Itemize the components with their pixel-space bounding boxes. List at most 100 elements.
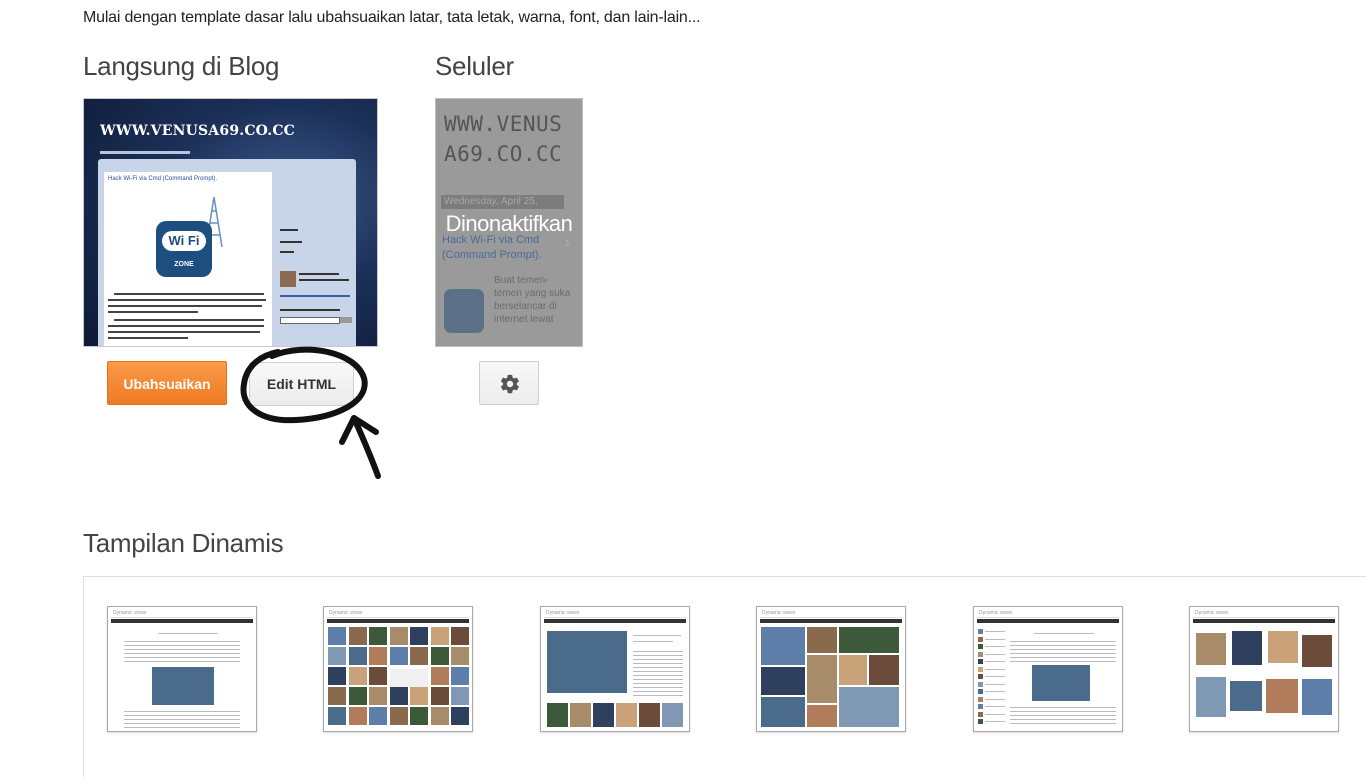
photo-tile xyxy=(451,707,469,725)
photo-tile xyxy=(761,627,805,665)
text-line xyxy=(124,657,240,658)
text-line xyxy=(1010,719,1116,720)
sidebar-thumb xyxy=(978,719,983,724)
text-line xyxy=(633,655,683,656)
text-line xyxy=(114,319,264,321)
text-line xyxy=(633,635,681,636)
photo-tile xyxy=(1302,635,1332,667)
sidebar-thumb xyxy=(978,689,983,694)
text-line xyxy=(108,305,262,307)
dynamic-view-header: Dynamic views xyxy=(760,610,902,618)
sidebar-thumb xyxy=(978,651,983,657)
photo-tile xyxy=(389,707,408,725)
photo-tile xyxy=(430,707,449,725)
dynamic-views-gallery xyxy=(83,576,1366,777)
text-line xyxy=(124,723,240,724)
text-line xyxy=(1010,641,1116,642)
dynamic-view-header: Dynamic views xyxy=(327,610,469,618)
photo-tile xyxy=(451,687,469,705)
dynamic-view-label: Dynamic views xyxy=(1195,610,1229,616)
photo-tile xyxy=(839,655,867,685)
photo-tile xyxy=(410,707,428,725)
text-line xyxy=(124,661,240,662)
live-blog-title: Langsung di Blog xyxy=(83,51,280,81)
dynamic-view-label: Dynamic views xyxy=(329,610,363,616)
dynamic-view-label: Dynamic views xyxy=(546,610,580,616)
dynamic-view-magazine[interactable]: Dynamic views xyxy=(540,606,690,732)
sidebar-thumb xyxy=(978,666,983,672)
text-line xyxy=(633,695,683,696)
blog-nav-strip xyxy=(100,151,190,154)
sidebar-line xyxy=(299,273,339,275)
dynamic-view-header: Dynamic views xyxy=(977,610,1119,618)
photo-tile xyxy=(839,627,899,653)
text-line xyxy=(985,683,1005,685)
text-line xyxy=(633,671,683,672)
text-line xyxy=(124,653,240,654)
mobile-wifi-logo-icon xyxy=(444,289,484,333)
sidebar-thumb xyxy=(978,696,983,702)
photo-tile xyxy=(389,687,408,705)
photo xyxy=(152,667,214,705)
text-line xyxy=(985,721,1005,722)
text-line xyxy=(108,311,198,313)
photo-tile xyxy=(1196,677,1226,717)
text-line xyxy=(633,641,673,642)
sidebar-line xyxy=(299,279,349,281)
card xyxy=(390,669,428,687)
dynamic-view-label: Dynamic views xyxy=(762,610,796,616)
sidebar-line xyxy=(280,309,340,311)
blog-preview[interactable]: WWW.VENUSA69.CO.CC Hack Wi-Fi via Cmd (C… xyxy=(83,98,378,347)
text-line xyxy=(985,706,1005,707)
edit-html-button[interactable]: Edit HTML xyxy=(249,362,354,406)
dynamic-view-mosaic[interactable]: Dynamic views xyxy=(756,606,906,732)
sidebar-avatar xyxy=(280,271,296,287)
text-line xyxy=(108,299,266,301)
photo-tile xyxy=(389,647,408,665)
dynamic-view-nav xyxy=(760,619,902,623)
dynamic-view-label: Dynamic views xyxy=(979,610,1013,616)
sidebar-thumb xyxy=(978,644,983,649)
photo-tile xyxy=(410,687,428,705)
photo-tile xyxy=(348,707,367,725)
wifi-zone-text: ZONE xyxy=(174,261,194,268)
mobile-preview[interactable]: WWW.VENUS A69.CO.CC Wednesday, April 25,… xyxy=(435,98,583,347)
photo-tile xyxy=(389,627,408,645)
text-line xyxy=(985,646,1005,647)
photo xyxy=(547,631,627,693)
text-line xyxy=(1010,653,1116,654)
photo-tile xyxy=(593,703,614,727)
customize-button[interactable]: Ubahsuaikan xyxy=(107,361,227,405)
dynamic-view-nav xyxy=(327,619,469,623)
mobile-settings-button[interactable] xyxy=(479,361,539,405)
sidebar-thumb xyxy=(978,711,983,717)
photo-tile xyxy=(328,687,346,705)
dynamic-view-flipcard[interactable]: Dynamic views xyxy=(323,606,473,732)
dynamic-view-sidebar[interactable]: Dynamic views xyxy=(973,606,1123,732)
dynamic-view-classic[interactable]: Dynamic views xyxy=(107,606,257,732)
sidebar-thumb xyxy=(978,674,983,679)
photo-tile xyxy=(369,687,387,705)
text-line xyxy=(633,679,683,680)
text-line xyxy=(108,325,264,327)
text-line xyxy=(985,661,1005,662)
photo-tile xyxy=(761,667,805,695)
dynamic-view-label: Dynamic views xyxy=(113,610,147,616)
photo-tile xyxy=(1230,681,1262,711)
sidebar-line xyxy=(280,295,350,297)
photo-tile xyxy=(369,647,387,665)
photo-tile xyxy=(348,667,367,685)
photo-tile xyxy=(328,647,346,665)
photo-tile xyxy=(430,667,449,685)
photo-tile xyxy=(639,703,660,727)
text-line xyxy=(633,663,683,664)
photo-tile xyxy=(430,647,449,665)
text-line xyxy=(1010,723,1116,724)
mobile-title: Seluler xyxy=(435,51,514,81)
text-line xyxy=(124,719,240,720)
dynamic-view-snapshot[interactable]: Dynamic views xyxy=(1189,606,1339,732)
sidebar-search-button xyxy=(340,317,352,323)
sidebar-line xyxy=(280,229,298,231)
mobile-site-title: WWW.VENUS A69.CO.CC xyxy=(444,112,563,166)
wifi-logo-icon: Wi Fi ZONE xyxy=(156,221,212,277)
